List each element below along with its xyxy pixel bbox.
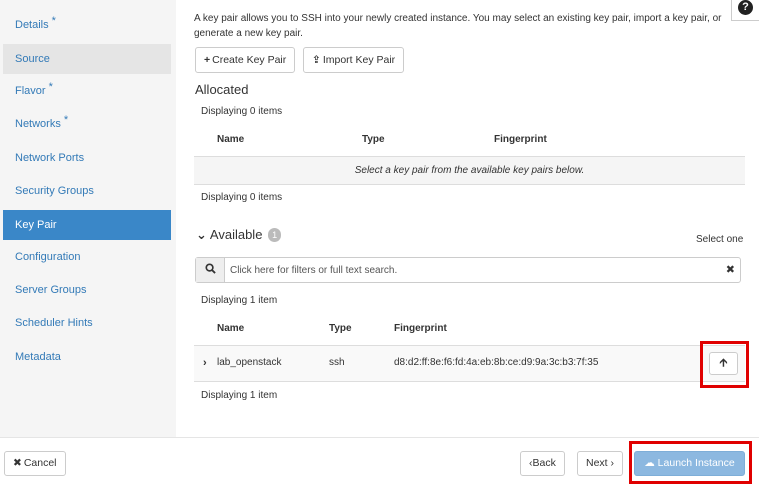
sidebar-item-label: Source bbox=[15, 53, 50, 65]
sidebar-item-label: Network Ports bbox=[15, 152, 85, 164]
import-key-pair-button[interactable]: ⇪ Import Key Pair bbox=[303, 47, 405, 73]
button-label: Cancel bbox=[23, 457, 57, 469]
sidebar-item-networks[interactable]: Networks * bbox=[3, 109, 171, 139]
upload-icon: ⇪ bbox=[312, 54, 321, 66]
row-name: lab_openstack bbox=[217, 357, 282, 368]
search-input[interactable] bbox=[230, 258, 720, 282]
chevron-right-icon: › bbox=[607, 457, 615, 469]
required-marker: * bbox=[63, 114, 69, 126]
button-label: Launch Instance bbox=[657, 457, 735, 469]
button-label: Back bbox=[532, 457, 556, 469]
sidebar-item-label: Flavor bbox=[15, 85, 46, 97]
available-count-bottom: Displaying 1 item bbox=[201, 390, 278, 401]
plus-icon: + bbox=[204, 54, 211, 66]
allocated-col-name: Name bbox=[217, 134, 245, 145]
allocated-heading: Allocated bbox=[195, 82, 249, 97]
sidebar-item-metadata[interactable]: Metadata bbox=[3, 342, 171, 372]
sidebar-item-configuration[interactable]: Configuration bbox=[3, 242, 171, 272]
button-label: Next bbox=[586, 457, 608, 469]
sidebar-item-scheduler-hints[interactable]: Scheduler Hints bbox=[3, 308, 171, 338]
allocated-col-type: Type bbox=[362, 134, 385, 145]
required-marker: * bbox=[51, 15, 56, 27]
back-button[interactable]: ‹Back bbox=[520, 451, 565, 476]
sidebar-item-label: Configuration bbox=[15, 251, 81, 263]
row-fingerprint: d8:d2:ff:8e:f6:fd:4a:eb:8b:ce:d9:9a:3c:b… bbox=[394, 357, 599, 368]
chevron-down-icon: ⌄ bbox=[196, 227, 207, 242]
available-heading: Available bbox=[209, 227, 263, 242]
wizard-sidebar: Details * Source Flavor * Networks * Networ… bbox=[0, 0, 176, 437]
sidebar-item-label: Details bbox=[15, 19, 49, 31]
available-col-type: Type bbox=[329, 323, 352, 334]
question-circle-icon: ? bbox=[738, 0, 753, 15]
launch-instance-button[interactable]: ☁ Launch Instance bbox=[634, 451, 745, 476]
button-label: Create Key Pair bbox=[212, 54, 287, 66]
search-icon bbox=[196, 258, 225, 282]
allocated-count-top: Displaying 0 items bbox=[201, 106, 283, 117]
available-col-name: Name bbox=[217, 323, 245, 334]
key-pair-description: A key pair allows you to SSH into your n… bbox=[194, 13, 722, 39]
footer-divider bbox=[0, 437, 759, 438]
sidebar-item-key-pair[interactable]: Key Pair bbox=[3, 210, 171, 240]
available-col-fingerprint: Fingerprint bbox=[394, 323, 447, 334]
arrow-up-icon: 🡩 bbox=[719, 357, 728, 369]
available-count-badge: 1 bbox=[268, 228, 282, 242]
sidebar-item-label: Key Pair bbox=[15, 219, 57, 231]
cloud-upload-icon: ☁ bbox=[644, 457, 655, 469]
search-bar: ✖ bbox=[195, 257, 741, 283]
sidebar-item-details[interactable]: Details * bbox=[3, 10, 171, 40]
sidebar-item-security-groups[interactable]: Security Groups bbox=[3, 176, 171, 206]
next-button[interactable]: Next › bbox=[577, 451, 624, 476]
allocated-col-fingerprint: Fingerprint bbox=[494, 134, 547, 145]
allocate-button[interactable]: 🡩 bbox=[709, 352, 738, 375]
row-type: ssh bbox=[329, 357, 345, 368]
available-toggle[interactable]: ⌄ Available 1 bbox=[196, 227, 282, 243]
create-key-pair-button[interactable]: + Create Key Pair bbox=[195, 47, 296, 73]
available-count-top: Displaying 1 item bbox=[201, 295, 278, 306]
allocated-empty-message: Select a key pair from the available key… bbox=[194, 156, 745, 185]
chevron-right-icon[interactable]: › bbox=[203, 357, 207, 369]
sidebar-item-label: Security Groups bbox=[15, 185, 94, 197]
sidebar-item-label: Scheduler Hints bbox=[15, 317, 93, 329]
allocated-count-bottom: Displaying 0 items bbox=[201, 192, 283, 203]
sidebar-item-label: Metadata bbox=[15, 351, 61, 363]
sidebar-item-source[interactable]: Source bbox=[3, 44, 171, 74]
sidebar-item-server-groups[interactable]: Server Groups bbox=[3, 275, 171, 305]
close-icon: ✖ bbox=[13, 457, 22, 469]
button-label: Import Key Pair bbox=[322, 54, 396, 66]
sidebar-item-network-ports[interactable]: Network Ports bbox=[3, 143, 171, 173]
sidebar-item-label: Networks bbox=[15, 118, 61, 130]
sidebar-item-flavor[interactable]: Flavor * bbox=[3, 76, 171, 106]
select-one-hint: Select one bbox=[696, 234, 744, 245]
required-marker: * bbox=[48, 81, 53, 93]
clear-search-icon[interactable]: ✖ bbox=[726, 263, 735, 276]
cancel-button[interactable]: ✖ Cancel bbox=[4, 451, 66, 476]
sidebar-item-label: Server Groups bbox=[15, 284, 87, 296]
